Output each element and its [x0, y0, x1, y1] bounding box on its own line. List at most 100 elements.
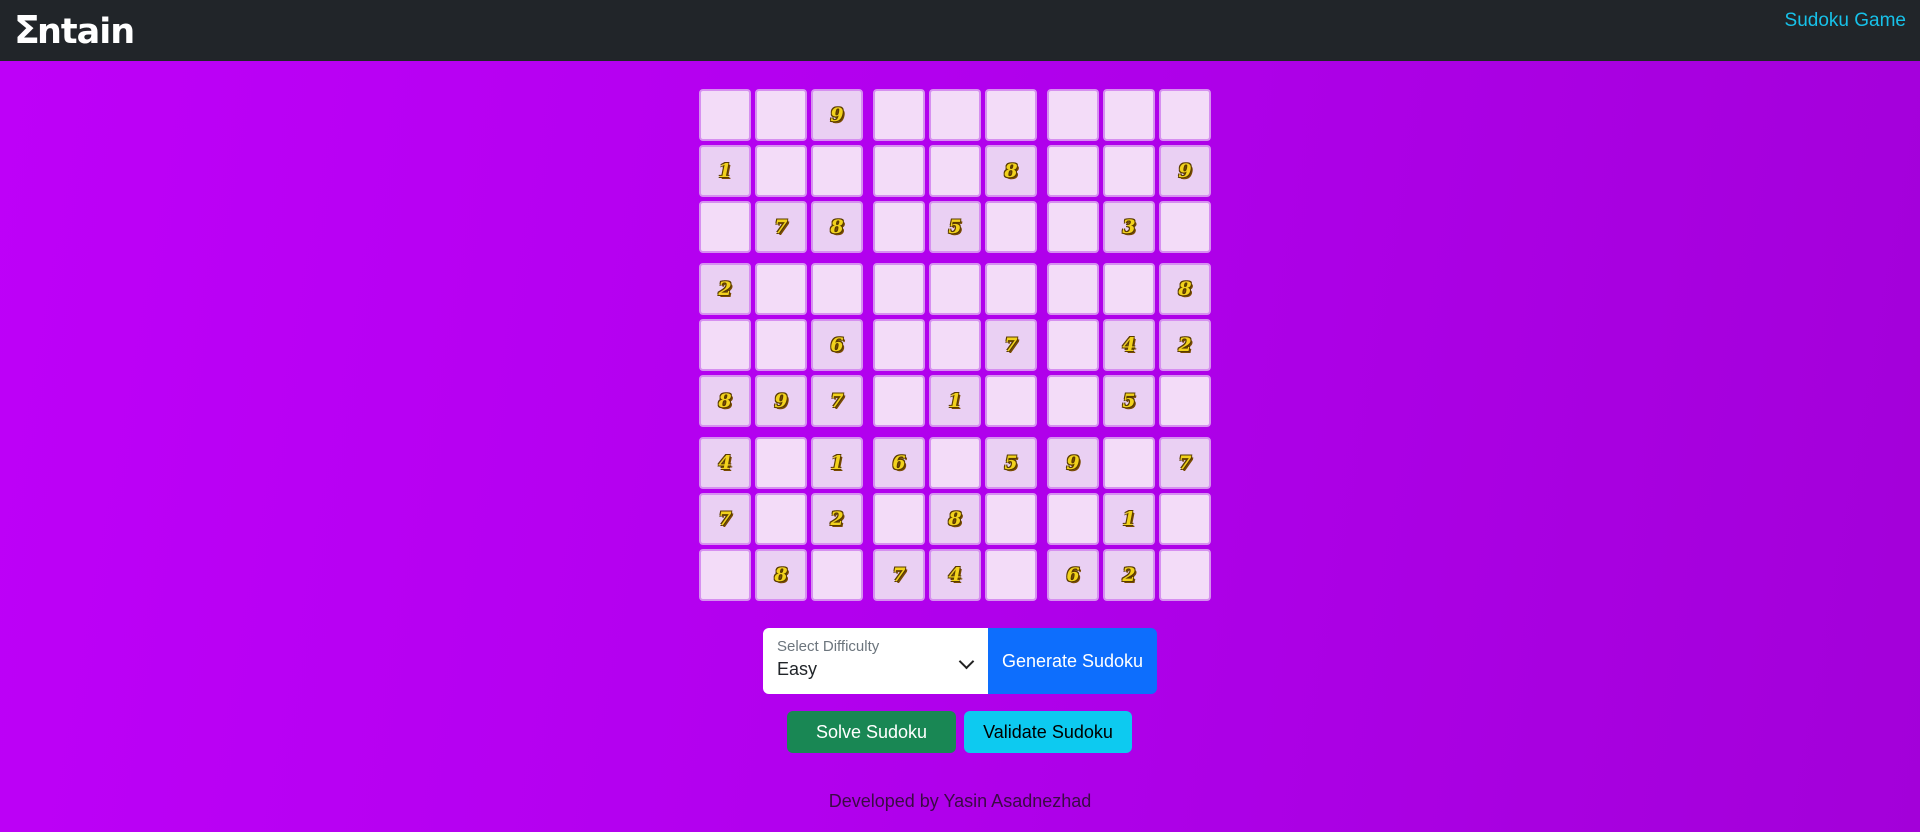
- sudoku-cell[interactable]: [755, 89, 807, 141]
- sudoku-cell[interactable]: 6: [873, 437, 925, 489]
- sudoku-cell[interactable]: [929, 437, 981, 489]
- sudoku-cell[interactable]: [985, 375, 1037, 427]
- sudoku-cell[interactable]: [873, 89, 925, 141]
- sudoku-cell[interactable]: 1: [811, 437, 863, 489]
- sudoku-cell[interactable]: 6: [811, 319, 863, 371]
- sudoku-cell[interactable]: 9: [811, 89, 863, 141]
- board-row: 7 2 8 1: [699, 493, 1211, 545]
- sudoku-cell[interactable]: [985, 549, 1037, 601]
- sudoku-cell[interactable]: [1159, 89, 1211, 141]
- sudoku-cell[interactable]: [755, 319, 807, 371]
- board-row: 7 8 5 3: [699, 201, 1211, 253]
- sudoku-cell[interactable]: [1047, 145, 1099, 197]
- sudoku-cell[interactable]: 7: [873, 549, 925, 601]
- sudoku-cell[interactable]: 1: [929, 375, 981, 427]
- sudoku-cell[interactable]: 1: [1103, 493, 1155, 545]
- sudoku-cell[interactable]: [1047, 89, 1099, 141]
- sudoku-cell[interactable]: 1: [699, 145, 751, 197]
- sudoku-cell[interactable]: [1103, 263, 1155, 315]
- sudoku-cell[interactable]: [699, 549, 751, 601]
- sudoku-cell[interactable]: [1159, 375, 1211, 427]
- sudoku-cell[interactable]: [985, 493, 1037, 545]
- sudoku-cell[interactable]: [755, 263, 807, 315]
- sudoku-cell[interactable]: [1047, 375, 1099, 427]
- sudoku-cell[interactable]: 7: [1159, 437, 1211, 489]
- sudoku-cell[interactable]: 8: [811, 201, 863, 253]
- sudoku-cell[interactable]: 4: [929, 549, 981, 601]
- sudoku-cell[interactable]: [1103, 437, 1155, 489]
- cell-digit: 7: [774, 216, 788, 238]
- sudoku-cell[interactable]: [755, 145, 807, 197]
- cell-digit: 6: [892, 452, 906, 474]
- sudoku-cell[interactable]: [1159, 493, 1211, 545]
- validate-sudoku-button[interactable]: Validate Sudoku: [964, 711, 1132, 753]
- sudoku-cell[interactable]: 7: [985, 319, 1037, 371]
- sudoku-cell[interactable]: [1103, 89, 1155, 141]
- sudoku-cell[interactable]: [1159, 201, 1211, 253]
- sudoku-cell[interactable]: [873, 375, 925, 427]
- sudoku-cell[interactable]: [929, 145, 981, 197]
- sudoku-cell[interactable]: [1047, 201, 1099, 253]
- generate-sudoku-button[interactable]: Generate Sudoku: [988, 628, 1157, 694]
- sudoku-cell[interactable]: [985, 201, 1037, 253]
- brand-sigma: Σ: [14, 8, 40, 52]
- solve-sudoku-button[interactable]: Solve Sudoku: [787, 711, 956, 753]
- sudoku-cell[interactable]: [755, 493, 807, 545]
- sudoku-cell[interactable]: [1047, 263, 1099, 315]
- sudoku-cell[interactable]: [873, 145, 925, 197]
- board-row: 9: [699, 89, 1211, 141]
- sudoku-cell[interactable]: [699, 201, 751, 253]
- sudoku-cell[interactable]: 3: [1103, 201, 1155, 253]
- sudoku-cell[interactable]: [1159, 549, 1211, 601]
- sudoku-cell[interactable]: 8: [699, 375, 751, 427]
- sudoku-cell[interactable]: 2: [811, 493, 863, 545]
- sudoku-cell[interactable]: [1047, 319, 1099, 371]
- brand-logo[interactable]: Σntain: [14, 8, 135, 52]
- sudoku-cell[interactable]: 5: [1103, 375, 1155, 427]
- sudoku-cell[interactable]: 5: [929, 201, 981, 253]
- sudoku-cell[interactable]: [699, 319, 751, 371]
- navbar: Σntain Sudoku Game: [0, 0, 1920, 61]
- sudoku-cell[interactable]: 8: [929, 493, 981, 545]
- sudoku-cell[interactable]: 2: [1103, 549, 1155, 601]
- sudoku-cell[interactable]: 7: [755, 201, 807, 253]
- sudoku-cell[interactable]: [811, 145, 863, 197]
- sudoku-cell[interactable]: [755, 437, 807, 489]
- sudoku-cell[interactable]: [985, 263, 1037, 315]
- nav-link-sudoku-game[interactable]: Sudoku Game: [1785, 10, 1906, 32]
- sudoku-cell[interactable]: [929, 319, 981, 371]
- sudoku-cell[interactable]: [811, 263, 863, 315]
- cell-digit: 4: [1122, 334, 1136, 356]
- sudoku-cell[interactable]: 8: [985, 145, 1037, 197]
- sudoku-cell[interactable]: [1103, 145, 1155, 197]
- sudoku-cell[interactable]: [699, 89, 751, 141]
- sudoku-cell[interactable]: 7: [699, 493, 751, 545]
- sudoku-cell[interactable]: 2: [699, 263, 751, 315]
- sudoku-cell[interactable]: 7: [811, 375, 863, 427]
- sudoku-cell[interactable]: [873, 201, 925, 253]
- cell-digit: 2: [1122, 564, 1136, 586]
- sudoku-cell[interactable]: 9: [1047, 437, 1099, 489]
- sudoku-cell[interactable]: 9: [1159, 145, 1211, 197]
- board-row: 1 8 9: [699, 145, 1211, 197]
- difficulty-select[interactable]: Select Difficulty Easy: [763, 628, 988, 694]
- sudoku-cell[interactable]: 4: [1103, 319, 1155, 371]
- sudoku-cell[interactable]: 5: [985, 437, 1037, 489]
- sudoku-cell[interactable]: 4: [699, 437, 751, 489]
- sudoku-cell[interactable]: [811, 549, 863, 601]
- sudoku-cell[interactable]: 6: [1047, 549, 1099, 601]
- sudoku-cell[interactable]: 9: [755, 375, 807, 427]
- sudoku-cell[interactable]: [929, 89, 981, 141]
- sudoku-cell[interactable]: [985, 89, 1037, 141]
- cell-digit: 5: [1122, 390, 1136, 412]
- sudoku-cell[interactable]: [929, 263, 981, 315]
- sudoku-cell[interactable]: [873, 319, 925, 371]
- cell-digit: 7: [718, 508, 732, 530]
- sudoku-cell[interactable]: [873, 263, 925, 315]
- sudoku-cell[interactable]: 8: [755, 549, 807, 601]
- sudoku-cell[interactable]: [1047, 493, 1099, 545]
- board-row: 8 9 7 1 5: [699, 375, 1211, 427]
- sudoku-cell[interactable]: 8: [1159, 263, 1211, 315]
- sudoku-cell[interactable]: [873, 493, 925, 545]
- sudoku-cell[interactable]: 2: [1159, 319, 1211, 371]
